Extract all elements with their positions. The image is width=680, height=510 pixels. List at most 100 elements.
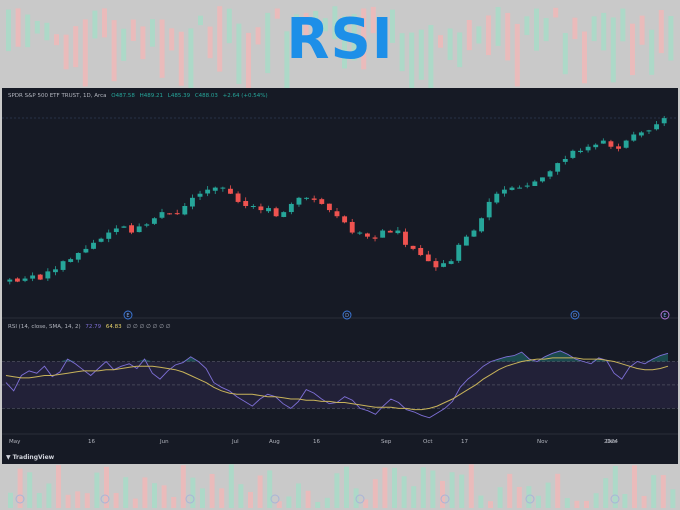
- candle-body: [311, 198, 317, 200]
- bg-candle: [65, 494, 71, 508]
- bg-candle: [507, 473, 513, 508]
- candle-body: [479, 218, 485, 232]
- bg-candle: [411, 486, 417, 508]
- brand-name: TradingView: [12, 454, 55, 461]
- candle-body: [448, 261, 454, 264]
- candle-body: [45, 271, 51, 279]
- bg-candle: [584, 500, 589, 508]
- bg-candle: [632, 465, 637, 508]
- candle-body: [273, 208, 279, 217]
- bg-candle: [180, 465, 186, 508]
- candle-body: [509, 187, 515, 190]
- bg-candle: [401, 476, 407, 508]
- candle-body: [547, 171, 553, 177]
- candle-body: [494, 193, 500, 203]
- candle-body: [638, 132, 644, 136]
- candle-body: [342, 216, 348, 223]
- candle-body: [243, 201, 249, 206]
- bg-candle: [75, 491, 81, 508]
- candle-body: [501, 189, 507, 194]
- candle-body: [555, 163, 561, 172]
- bg-candle: [315, 501, 321, 508]
- event-marker-label: E: [663, 313, 666, 319]
- time-axis-label: 16: [88, 439, 95, 445]
- bg-candle: [497, 487, 503, 508]
- price-legend: SPDR S&P 500 ETF TRUST, 1D, Arca O487.58…: [8, 93, 271, 99]
- bg-candle: [113, 493, 119, 508]
- bg-candle: [209, 473, 215, 508]
- bg-candle: [420, 467, 426, 508]
- bg-candle: [56, 465, 61, 508]
- candle-body: [296, 197, 302, 205]
- bg-candle: [36, 493, 42, 508]
- tradingview-logo-icon: ▼: [6, 454, 11, 461]
- bg-candle: [603, 478, 609, 508]
- candle-body: [60, 261, 66, 270]
- candle-body: [654, 124, 660, 130]
- candle-body: [471, 230, 477, 237]
- candle-body: [456, 244, 462, 261]
- time-axis-label: Jun: [159, 439, 169, 445]
- time-axis-label: Jul: [231, 439, 239, 445]
- chart-panel[interactable]: E D D E May 16 Jun Jul Aug 16 Sep Oct 17 Nov Dec 2024 S…: [2, 88, 678, 464]
- time-axis-label: May: [9, 439, 21, 445]
- bg-candle: [344, 466, 349, 508]
- candle-body: [174, 213, 180, 215]
- bg-candle: [536, 495, 541, 508]
- bg-candle: [488, 501, 493, 508]
- bg-candle: [324, 497, 330, 508]
- candle-body: [646, 130, 652, 132]
- symbol-label: SPDR S&P 500 ETF TRUST, 1D, Arca: [8, 93, 107, 99]
- candle-body: [205, 189, 211, 194]
- candle-body: [425, 254, 431, 262]
- candle-body: [53, 269, 58, 273]
- price-chart[interactable]: E D D EMay 16 Jun Jul Aug 16 Sep Oct 17 Nov Dec2024: [2, 88, 678, 464]
- bg-candle: [651, 475, 657, 508]
- candle-body: [616, 146, 621, 149]
- bg-candle: [171, 496, 177, 508]
- bg-candle: [152, 483, 157, 508]
- bg-candle: [200, 488, 205, 508]
- change-value: +2.64 (+0.54%): [222, 93, 268, 99]
- candle-body: [266, 208, 271, 212]
- bg-candle: [334, 473, 340, 508]
- candle-body: [7, 279, 13, 282]
- candle-body: [395, 230, 401, 234]
- candle-body: [136, 226, 142, 233]
- candle-body: [403, 231, 408, 245]
- rsi-extra-values: ∅ ∅ ∅ ∅ ∅ ∅ ∅: [126, 324, 171, 330]
- candle-body: [197, 193, 203, 197]
- candle-body: [220, 187, 226, 189]
- bg-candle: [622, 494, 628, 508]
- candle-body: [14, 278, 20, 282]
- candle-body: [570, 150, 576, 158]
- bg-candle: [670, 489, 676, 508]
- bg-candle: [228, 464, 234, 508]
- time-axis-label: 17: [461, 439, 468, 445]
- bg-candle: [46, 483, 52, 508]
- bg-candle: [238, 484, 244, 508]
- candle-body: [326, 203, 332, 211]
- bg-candle: [526, 486, 532, 508]
- candle-body: [304, 197, 309, 199]
- candle-body: [593, 144, 599, 148]
- candle-body: [83, 248, 89, 253]
- bg-candle: [305, 490, 311, 508]
- candle-body: [22, 278, 28, 281]
- candle-body: [623, 140, 629, 148]
- rsi-ma-value: 64.83: [105, 324, 122, 330]
- candle-body: [334, 211, 340, 217]
- time-axis-label: 16: [313, 439, 320, 445]
- bg-candle: [190, 477, 196, 508]
- rsi-value: 72.79: [85, 324, 102, 330]
- bg-candle: [430, 470, 436, 508]
- candle-body: [631, 134, 637, 141]
- candle-body: [486, 201, 492, 218]
- tradingview-brand[interactable]: ▼ TradingView: [6, 454, 54, 461]
- candle-body: [562, 159, 568, 162]
- bg-candle: [545, 482, 551, 508]
- candle-body: [357, 232, 363, 234]
- open-value: O487.58: [111, 93, 135, 99]
- candle-body: [319, 199, 325, 204]
- bg-candle: [574, 500, 580, 508]
